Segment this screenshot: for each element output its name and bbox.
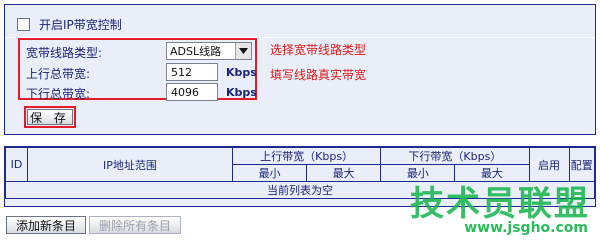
down-total-unit: Kbps <box>226 86 257 99</box>
down-total-input[interactable]: 4096 <box>166 83 218 101</box>
line-type-label: 宽带线路类型: <box>26 46 103 60</box>
up-total-input[interactable]: 512 <box>166 63 218 81</box>
delete-all-entries-button[interactable]: 删除所有条目 <box>89 216 181 234</box>
col-up-bandwidth-header: 上行带宽（Kbps） <box>231 147 382 165</box>
annotation-select-line-type: 选择宽带线路类型 <box>270 43 367 57</box>
up-total-label: 上行总带宽: <box>26 67 91 81</box>
enable-bandwidth-label: 开启IP带宽控制 <box>39 17 122 32</box>
save-button-highlight: 保 存 <box>24 106 76 128</box>
save-button[interactable]: 保 存 <box>27 109 73 125</box>
col-up-min-header: 最小 <box>231 164 308 182</box>
down-total-label: 下行总带宽: <box>26 87 91 101</box>
line-type-select[interactable]: ADSL线路 <box>166 42 252 60</box>
col-down-bandwidth-header: 下行带宽（Kbps） <box>380 147 530 165</box>
add-entry-button[interactable]: 添加新条目 <box>6 216 86 234</box>
chevron-down-icon[interactable] <box>235 43 251 59</box>
annotation-fill-bandwidth: 填写线路真实带宽 <box>270 68 367 82</box>
up-total-unit: Kbps <box>226 66 257 79</box>
watermark-url: www.jsgho.com <box>464 220 588 236</box>
col-up-max-header: 最大 <box>306 164 382 182</box>
col-id-header: ID <box>5 147 28 182</box>
enable-bandwidth-checkbox[interactable] <box>17 17 30 31</box>
enable-bandwidth-control-row[interactable]: 开启IP带宽控制 <box>17 15 122 33</box>
line-type-value: ADSL线路 <box>170 45 222 58</box>
col-ip-range-header: IP地址范围 <box>27 147 233 182</box>
watermark-logo-text: 技术员联盟 <box>410 184 590 224</box>
